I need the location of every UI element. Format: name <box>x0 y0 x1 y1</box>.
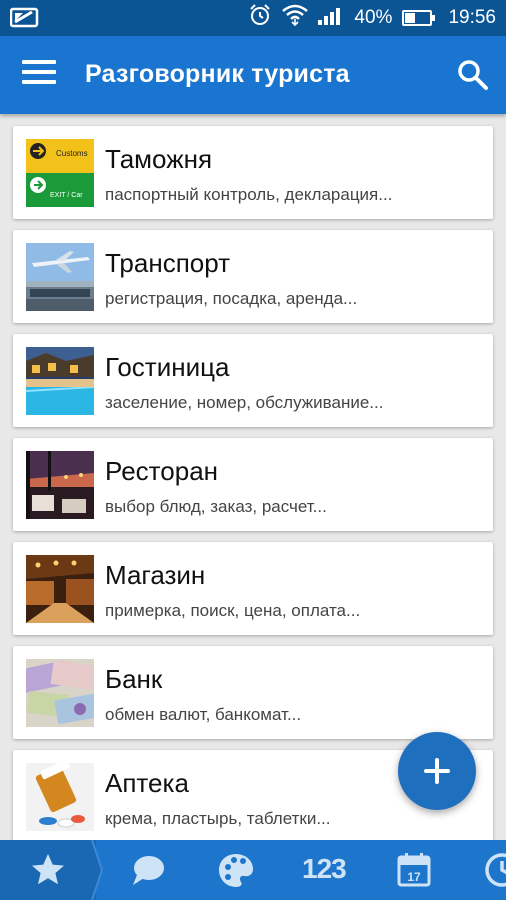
category-title: Аптека <box>105 768 189 798</box>
category-subtitle: регистрация, посадка, аренда... <box>105 289 358 308</box>
category-card-restaurant[interactable]: Ресторан выбор блюд, заказ, расчет... <box>13 438 493 531</box>
svg-text:17: 17 <box>407 870 421 884</box>
nav-favorites[interactable] <box>28 850 68 890</box>
search-button[interactable] <box>456 58 490 92</box>
shop-thumbnail <box>26 555 94 623</box>
alarm-icon <box>248 3 272 33</box>
calendar-icon: 17 <box>397 853 431 887</box>
chat-icon <box>133 856 164 885</box>
svg-text:EXIT / Car: EXIT / Car <box>50 192 83 199</box>
category-title: Транспорт <box>105 248 231 278</box>
nav-numbers[interactable]: 123 <box>302 853 347 885</box>
transport-thumbnail <box>26 243 94 311</box>
category-card-bank[interactable]: Банк обмен валют, банкомат... <box>13 646 493 739</box>
category-title: Гостиница <box>105 352 230 382</box>
signal-icon <box>318 5 344 31</box>
category-subtitle: заселение, номер, обслуживание... <box>105 393 384 412</box>
app-bar: Разговорник туриста <box>0 36 506 114</box>
restaurant-thumbnail <box>26 451 94 519</box>
numbers-icon: 123 <box>302 853 347 884</box>
category-card-hotel[interactable]: Гостиница заселение, номер, обслуживание… <box>13 334 493 427</box>
clock-icon <box>485 853 506 887</box>
menu-button[interactable] <box>22 60 56 90</box>
battery-percent: 40% <box>354 7 393 28</box>
wifi-icon <box>282 4 309 32</box>
hamburger-icon <box>22 60 56 64</box>
category-title: Таможня <box>105 144 213 174</box>
category-card-transport[interactable]: Транспорт регистрация, посадка, аренда..… <box>13 230 493 323</box>
bank-thumbnail <box>26 659 94 727</box>
svg-text:Customs: Customs <box>56 149 88 158</box>
search-icon <box>458 60 488 90</box>
battery-icon <box>402 10 436 26</box>
category-card-shop[interactable]: Магазин примерка, поиск, цена, оплата... <box>13 542 493 635</box>
category-subtitle: примерка, поиск, цена, оплата... <box>105 601 361 620</box>
hamburger-icon-line <box>22 80 56 84</box>
category-subtitle: паспортный контроль, декларация... <box>105 185 393 204</box>
pharmacy-thumbnail <box>26 763 94 831</box>
bottom-navigation: 123 17 <box>0 840 506 900</box>
category-subtitle: обмен валют, банкомат... <box>105 705 302 724</box>
nav-calendar[interactable]: 17 <box>394 850 434 890</box>
nav-phrases[interactable] <box>128 850 168 890</box>
clock-time: 19:56 <box>448 7 496 28</box>
customs-thumbnail: Customs EXIT / Car <box>26 139 94 207</box>
star-icon <box>32 854 64 885</box>
nav-colors[interactable] <box>216 850 256 890</box>
hamburger-icon-line <box>22 70 56 74</box>
nav-time[interactable] <box>482 850 506 890</box>
category-subtitle: крема, пластырь, таблетки... <box>105 809 331 828</box>
plus-icon <box>424 758 450 784</box>
category-card-customs[interactable]: Customs EXIT / Car Таможня паспортный ко… <box>13 126 493 219</box>
category-subtitle: выбор блюд, заказ, расчет... <box>105 497 327 516</box>
page-title: Разговорник туриста <box>85 60 350 88</box>
category-title: Банк <box>105 664 163 694</box>
category-title: Магазин <box>105 560 206 590</box>
hotel-thumbnail <box>26 347 94 415</box>
category-title: Ресторан <box>105 456 219 486</box>
add-button[interactable] <box>398 732 476 810</box>
status-bar: 40% 19:56 <box>0 0 506 36</box>
screenshot-notification-icon <box>9 6 40 33</box>
palette-icon <box>219 854 253 887</box>
